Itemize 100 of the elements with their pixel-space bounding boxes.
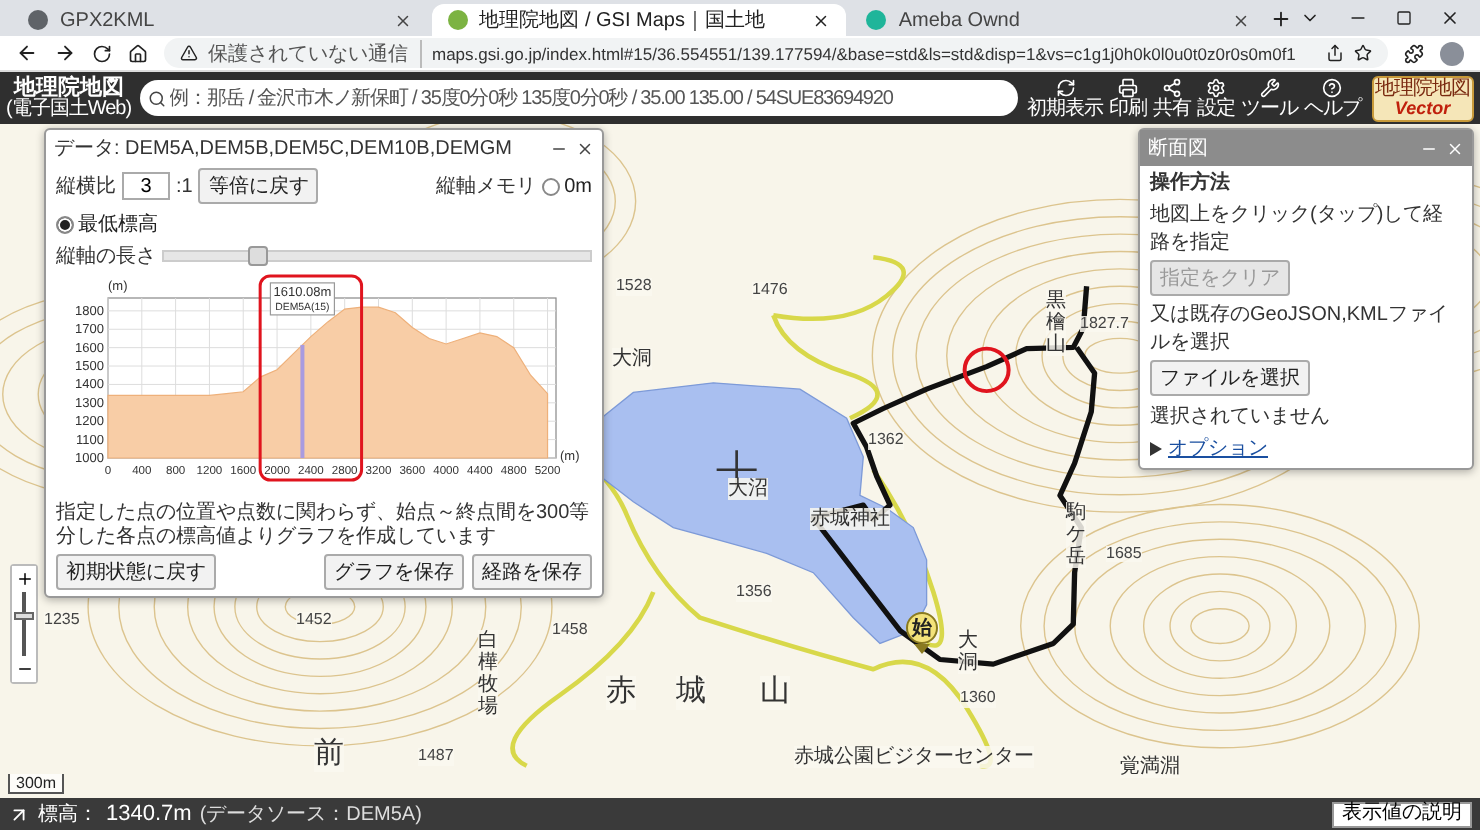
plus-icon <box>15 570 33 588</box>
expand-triangle-icon[interactable] <box>1150 441 1162 455</box>
elevation-label: 標高： <box>38 801 98 828</box>
toolbar-button[interactable]: 設定 <box>1195 77 1237 119</box>
browser-tab[interactable]: Ameba Ownd <box>850 4 1267 36</box>
instruction-text: 又は既存のGeoJSON,KMLファイルを選択 <box>1150 302 1450 356</box>
printer-icon <box>1118 77 1138 97</box>
toolbar-button[interactable]: ヘルプ <box>1302 77 1363 119</box>
scale-bar: 300m <box>8 774 65 794</box>
zoom-control[interactable] <box>10 564 38 684</box>
map-label: 1235 <box>44 612 80 631</box>
toolbar-button[interactable]: 共有 <box>1151 77 1193 119</box>
site-logo[interactable]: 地理院地図 (電子国土Web) <box>6 77 132 119</box>
file-status: 選択されていません <box>1150 404 1330 430</box>
url-text: maps.gsi.go.jp/index.html#15/36.554551/139.177594/&base=std&ls=std&disp=1&vs=c1g1j0h0k0l0u0t0z0r0s0m0f1 <box>432 43 1296 63</box>
profile-avatar[interactable] <box>1440 41 1464 65</box>
close-icon[interactable] <box>812 11 831 29</box>
map-label: 城 <box>676 676 706 710</box>
reset-ratio-button[interactable]: 等倍に戻す <box>198 168 319 204</box>
zoom-slider-thumb[interactable] <box>14 612 34 620</box>
back-icon[interactable] <box>16 42 38 64</box>
help-icon <box>1322 77 1343 97</box>
marker-line <box>300 344 305 458</box>
map-label: 赤城神社 <box>810 508 890 531</box>
map-label: 1452 <box>296 612 332 631</box>
map-label: 黒檜山 <box>1046 290 1066 357</box>
panel-title: データ: DEM5A,DEM5B,DEM5C,DEM10B,DEMGM <box>54 136 512 162</box>
toolbar-button[interactable]: ツール <box>1239 77 1300 119</box>
map-label: 前 <box>314 738 344 772</box>
close-icon[interactable] <box>393 11 412 29</box>
toolbar-button[interactable]: 初期表示 <box>1025 77 1105 119</box>
forward-icon[interactable] <box>54 42 76 64</box>
map-label: 大洞 <box>612 348 652 370</box>
ratio-input[interactable]: 3 <box>122 172 170 200</box>
favicon-icon <box>28 10 48 30</box>
map-label: 1458 <box>552 622 588 640</box>
map-label: 1362 <box>868 432 904 451</box>
share-icon <box>1162 77 1182 97</box>
file-select-button[interactable]: ファイルを選択 <box>1150 360 1310 396</box>
panel-button[interactable]: 経路を保存 <box>472 554 592 590</box>
extensions-icon[interactable] <box>1404 43 1424 63</box>
close-icon[interactable] <box>1440 8 1460 28</box>
radio-option[interactable]: 最低標高 <box>56 210 158 238</box>
ratio-label: 縦横比 <box>56 173 116 200</box>
refresh-icon <box>1055 77 1075 97</box>
favicon-icon <box>866 10 887 30</box>
data-source: (データソース：DEM5A) <box>199 802 422 828</box>
map-label: 大沼 <box>728 477 768 500</box>
section-heading: 操作方法 <box>1150 168 1232 196</box>
length-label: 縦軸の長さ <box>56 243 156 270</box>
panel-button[interactable]: 初期状態に戻す <box>56 554 216 590</box>
bookmark-star-icon[interactable] <box>1354 44 1372 62</box>
pin-tip-icon <box>914 644 930 655</box>
note-text: 指定した点の位置や点数に関わらず、始点～終点間を300等分した各点の標高値よりグラフを作成しています <box>56 502 592 550</box>
panel-button[interactable]: グラフを保存 <box>324 554 464 590</box>
map-label: 1360 <box>960 689 996 708</box>
map-label: 1487 <box>418 747 454 766</box>
map-label: 白樺牧場 <box>478 629 498 718</box>
map-label: 駒ケ岳 <box>1065 502 1086 569</box>
radio-button[interactable] <box>542 177 561 195</box>
map-label: 1356 <box>736 583 772 602</box>
wrench-icon <box>1259 77 1280 97</box>
favicon-icon <box>447 10 468 30</box>
map-label: 赤 <box>606 676 636 710</box>
share-icon[interactable] <box>1326 44 1344 62</box>
map-label: 1827.7 <box>1080 315 1129 333</box>
search-icon <box>147 89 166 107</box>
panel-title: 断面図 <box>1148 135 1208 162</box>
options-link[interactable]: オプション <box>1168 434 1268 462</box>
maximize-icon[interactable] <box>1396 10 1412 26</box>
new-tab-icon[interactable] <box>1270 7 1292 29</box>
home-icon[interactable] <box>128 43 148 63</box>
map-label: 山 <box>760 676 790 710</box>
reload-icon[interactable] <box>92 43 112 63</box>
browser-tab[interactable]: 地理院地図 / GSI Maps｜国土地 <box>431 4 847 36</box>
legend-help-button[interactable]: 表示値の説明 <box>1332 801 1472 827</box>
gear-icon <box>1206 77 1226 97</box>
vector-map-badge[interactable]: 地理院地図 Vector <box>1371 75 1474 121</box>
close-icon[interactable] <box>1232 11 1251 29</box>
length-slider-track[interactable] <box>162 250 592 262</box>
toolbar-button[interactable]: 印刷 <box>1107 77 1149 119</box>
radio-option[interactable]: 0m <box>542 175 592 197</box>
close-icon[interactable] <box>576 139 594 157</box>
security-label: 保護されていない通信 <box>208 39 422 67</box>
browser-tab[interactable]: GPX2KML <box>12 4 428 36</box>
slider-thumb[interactable] <box>247 246 268 266</box>
address-bar[interactable]: 保護されていない通信 maps.gsi.go.jp/index.html#15/36.554551/139.177594/&base=std&ls=std&disp=1&vs=c1g1j0h0k0l0u0t0z0r0s0m0f1 <box>164 38 1388 68</box>
map-label: 1528 <box>615 278 652 297</box>
ratio-suffix: :1 <box>176 175 193 197</box>
instruction-text: 地図上をクリック(タップ)して経路を指定 <box>1150 201 1446 256</box>
map-label: 大洞 <box>958 629 978 674</box>
radio-button[interactable] <box>56 215 74 233</box>
map-label: 1476 <box>752 282 788 300</box>
arrow-icon <box>8 803 30 825</box>
elevation-value: 1340.7m <box>106 802 192 826</box>
map-label: 赤城公園ビジターセンター <box>794 745 1034 768</box>
axis-label: 縦軸メモリ <box>436 173 537 200</box>
map-label: 1685 <box>1106 545 1142 563</box>
map-label: 覚満淵 <box>1120 755 1180 778</box>
warning-icon <box>180 44 198 62</box>
